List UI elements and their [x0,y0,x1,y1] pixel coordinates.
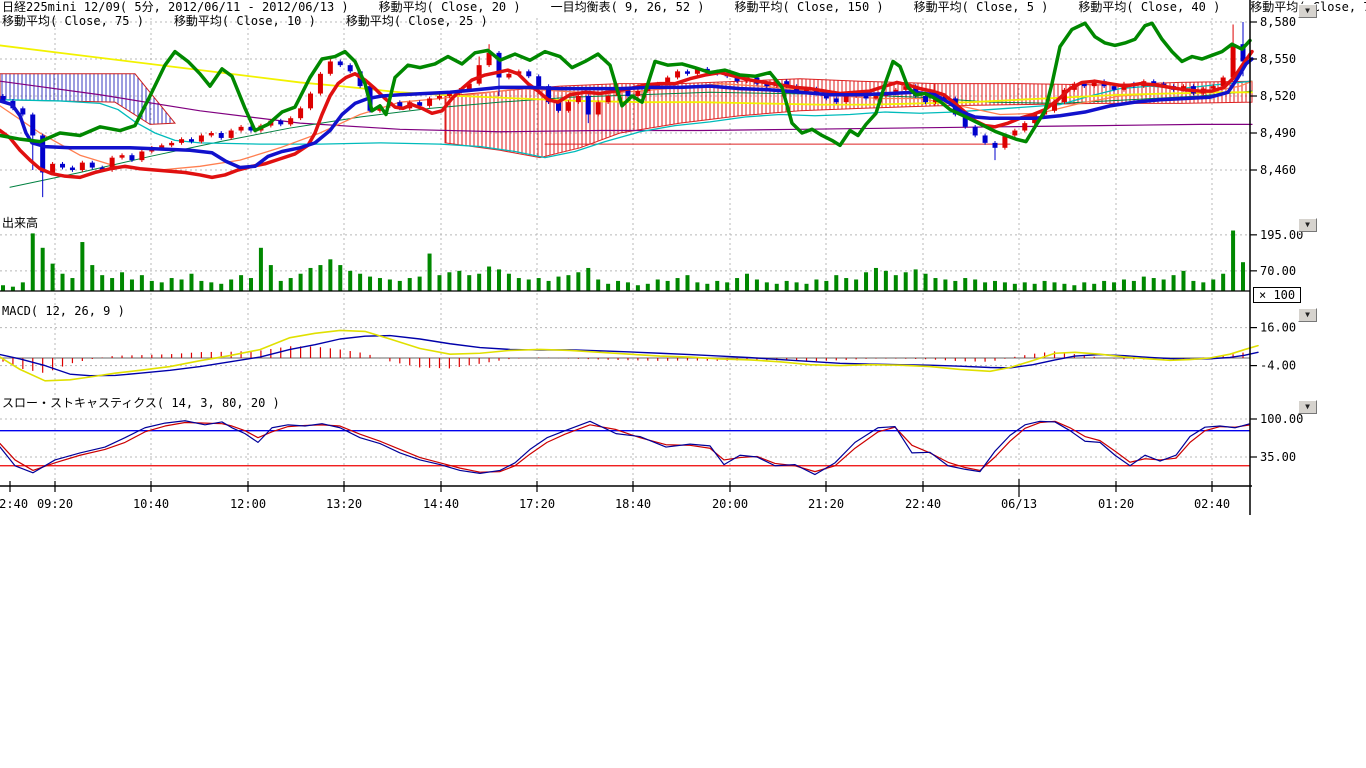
legend-item: 移動平均( Close, 40 ) [1078,1,1220,14]
stochastics-panel-label: スロー・ストキャスティクス( 14, 3, 80, 20 ) [2,397,280,410]
legend-item: 移動平均( Close, 25 ) [346,15,488,28]
time-axis-label: 20:00 [712,497,748,511]
time-axis-label: 17:20 [519,497,555,511]
axis-tick-label: 16.00 [1260,321,1296,335]
chart-legend-line2: 移動平均( Close, 75 ) 移動平均( Close, 10 ) 移動平均( … [2,15,518,28]
charting-app-window: { "ui": { "legend": { "line1": [ "日経225m… [0,0,1366,768]
axis-tick-label: 70.00 [1260,264,1296,278]
volume-bars [0,231,1250,291]
macd-panel [0,330,1258,380]
time-axis-label: 09:20 [37,497,73,511]
time-axis-label: 12:00 [230,497,266,511]
axis-tick-label: 35.00 [1260,450,1296,464]
legend-item: 移動平均( Close, 75 ) [2,15,144,28]
pane-scroll-down-button[interactable]: ▼ [1298,218,1317,232]
chart-canvas[interactable]: 8,580 8,550 8,520 8,490 8,460 195.00 70.00 16.0… [0,0,1366,768]
time-axis-label: 18:40 [615,497,651,511]
time-axis-label: 02:40 [0,497,28,511]
volume-multiplier-badge: × 100 [1253,287,1301,303]
time-axis-label: 14:40 [423,497,459,511]
legend-item: 日経225mini 12/09( 5分, 2012/06/11 - 2012/0… [2,1,349,14]
time-axis-label: 02:40 [1194,497,1230,511]
time-axis-label: 06/13 [1001,497,1037,511]
axis-tick-label: 8,460 [1260,163,1296,177]
time-axis-label: 22:40 [905,497,941,511]
volume-panel-label: 出来高 [2,217,38,230]
macd-panel-label: MACD( 12, 26, 9 ) [2,305,125,318]
legend-item: 移動平均( Close, 150 ) [735,1,884,14]
axis-tick-label: 8,520 [1260,89,1296,103]
axis-tick-label: 8,580 [1260,15,1296,29]
time-axis-label: 13:20 [326,497,362,511]
axis-tick-label: 8,490 [1260,126,1296,140]
legend-item: 一目均衡表( 9, 26, 52 ) [551,1,705,14]
chart-legend-line1: 日経225mini 12/09( 5分, 2012/06/11 - 2012/0… [2,1,1366,14]
axis-tick-label: 8,550 [1260,52,1296,66]
legend-item: 移動平均( Close, 20 ) [379,1,521,14]
pane-scroll-down-button[interactable]: ▼ [1298,4,1317,18]
pane-scroll-down-button[interactable]: ▼ [1298,308,1317,322]
legend-item: 移動平均( Close, 5 ) [914,1,1049,14]
pane-scroll-down-button[interactable]: ▼ [1298,400,1317,414]
axis-tick-label: 195.00 [1260,228,1303,242]
time-axis-label: 01:20 [1098,497,1134,511]
axis-tick-label: -4.00 [1260,359,1296,373]
stochastics-panel [0,421,1250,475]
time-axis-label: 10:40 [133,497,169,511]
legend-item: 移動平均( Close, 10 ) [174,15,316,28]
time-axis-label: 21:20 [808,497,844,511]
axis-tick-label: 100.00 [1260,412,1303,426]
